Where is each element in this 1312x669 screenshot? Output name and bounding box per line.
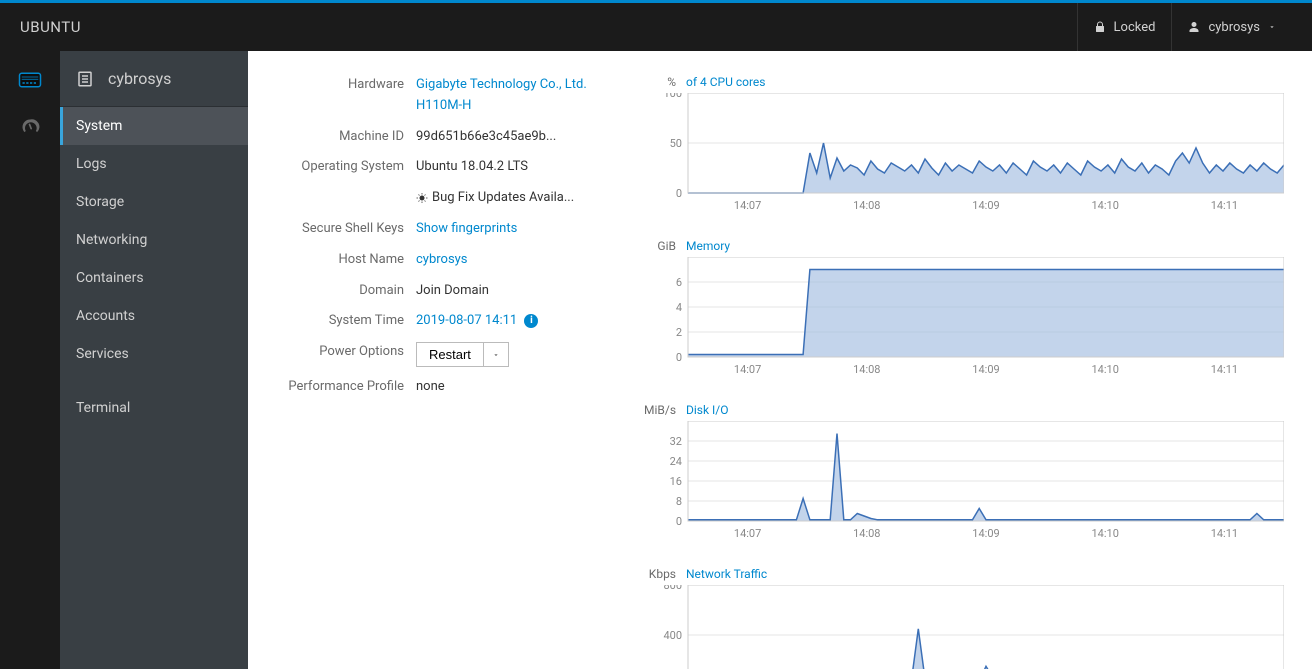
machine-id-value: 99d651b66e3c45ae9b...	[416, 127, 604, 148]
svg-text:14:11: 14:11	[1211, 199, 1238, 212]
svg-text:14:10: 14:10	[1091, 199, 1118, 212]
machine-id-label: Machine ID	[284, 127, 416, 148]
svg-text:4: 4	[676, 301, 682, 314]
svg-text:800: 800	[663, 585, 682, 592]
sidebar-item-services[interactable]: Services	[60, 335, 248, 373]
svg-text:32: 32	[670, 435, 682, 448]
chart-disk-i-o: MiB/s Disk I/O 0 8 16 24 32 14:07 14:08 14:09 14:1…	[644, 403, 1276, 543]
svg-text:14:08: 14:08	[853, 363, 880, 376]
sidebar-host-header[interactable]: cybrosys	[60, 51, 248, 107]
ssh-label: Secure Shell Keys	[284, 219, 416, 240]
svg-text:14:08: 14:08	[853, 199, 880, 212]
chevron-down-icon	[492, 351, 500, 359]
sidebar-item-networking[interactable]: Networking	[60, 221, 248, 259]
charts-panel: % of 4 CPU cores 0 50 100 14:07 14:08 14:09 14:1…	[644, 75, 1276, 645]
topbar: UBUNTU Locked cybrosys	[0, 3, 1312, 51]
updates-value[interactable]: Bug Fix Updates Availa...	[416, 188, 604, 209]
svg-text:100: 100	[663, 93, 682, 100]
chart-svg: 040080014:0714:0814:0914:1014:11	[644, 585, 1284, 669]
svg-text:14:07: 14:07	[734, 199, 761, 212]
user-menu[interactable]: cybrosys	[1171, 3, 1292, 51]
chart-svg: 0 50 100 14:07 14:08 14:09 14:10 14:11	[644, 93, 1284, 215]
power-dropdown[interactable]	[484, 342, 509, 367]
chart-svg: 0 8 16 24 32 14:07 14:08 14:09 14:10 14:11	[644, 421, 1284, 543]
hostname-value[interactable]: cybrosys	[416, 250, 604, 271]
info-icon: i	[524, 314, 538, 328]
perf-label: Performance Profile	[284, 377, 416, 398]
dashboard-icon[interactable]	[20, 117, 40, 141]
sidebar-item-containers[interactable]: Containers	[60, 259, 248, 297]
sidebar-item-logs[interactable]: Logs	[60, 145, 248, 183]
svg-text:400: 400	[663, 629, 682, 642]
ssh-fingerprints-link[interactable]: Show fingerprints	[416, 219, 604, 240]
chart-unit: %	[644, 75, 676, 89]
svg-text:14:07: 14:07	[734, 363, 761, 376]
perf-value: none	[416, 377, 604, 398]
main-content: Hardware Gigabyte Technology Co., Ltd. H…	[248, 51, 1312, 669]
svg-text:14:10: 14:10	[1091, 527, 1118, 540]
locked-label: Locked	[1114, 20, 1156, 35]
chart-network-traffic: KbpsNetwork Traffic040080014:0714:0814:0…	[644, 567, 1276, 669]
svg-text:6: 6	[676, 276, 682, 289]
chart-unit: GiB	[644, 239, 676, 253]
sidebar-host-label: cybrosys	[108, 69, 171, 88]
restart-button[interactable]: Restart	[416, 342, 484, 367]
systime-value[interactable]: 2019-08-07 14:11 i	[416, 311, 604, 332]
chart-svg: 0 2 4 6 14:07 14:08 14:09 14:10 14:11	[644, 257, 1284, 379]
os-label: Operating System	[284, 157, 416, 178]
lock-icon	[1094, 21, 1106, 33]
chart-unit: Kbps	[644, 567, 676, 581]
chart-of-4-cpu-cores: % of 4 CPU cores 0 50 100 14:07 14:08 14:09 14:1…	[644, 75, 1276, 215]
svg-text:14:08: 14:08	[853, 527, 880, 540]
sidebar-item-system[interactable]: System	[60, 107, 248, 145]
svg-text:14:09: 14:09	[972, 527, 999, 540]
brand-label: UBUNTU	[20, 18, 81, 36]
svg-text:14:11: 14:11	[1211, 527, 1238, 540]
os-value: Ubuntu 18.04.2 LTS	[416, 157, 604, 178]
hostname-label: Host Name	[284, 250, 416, 271]
bug-icon	[416, 192, 428, 204]
chart-title-link[interactable]: of 4 CPU cores	[686, 75, 766, 89]
chart-title-link[interactable]: Memory	[686, 239, 730, 253]
domain-value[interactable]: Join Domain	[416, 281, 604, 302]
chart-unit: MiB/s	[644, 403, 676, 417]
chart-title-link[interactable]: Disk I/O	[686, 403, 729, 417]
svg-text:14:09: 14:09	[972, 199, 999, 212]
domain-label: Domain	[284, 281, 416, 302]
svg-text:8: 8	[676, 495, 682, 508]
system-details: Hardware Gigabyte Technology Co., Ltd. H…	[284, 75, 604, 645]
svg-text:0: 0	[676, 515, 682, 528]
power-label: Power Options	[284, 342, 416, 367]
chart-title-link[interactable]: Network Traffic	[686, 567, 767, 581]
nav-rail	[0, 51, 60, 669]
svg-text:14:07: 14:07	[734, 527, 761, 540]
hardware-label: Hardware	[284, 75, 416, 117]
svg-text:0: 0	[676, 351, 682, 364]
sidebar-item-storage[interactable]: Storage	[60, 183, 248, 221]
host-icon	[76, 70, 94, 88]
svg-text:16: 16	[670, 475, 682, 488]
privileges-locked[interactable]: Locked	[1077, 3, 1172, 51]
user-icon	[1188, 21, 1200, 33]
svg-text:2: 2	[676, 326, 682, 339]
user-label: cybrosys	[1208, 20, 1260, 35]
sidebar-item-accounts[interactable]: Accounts	[60, 297, 248, 335]
svg-text:50: 50	[670, 137, 682, 150]
chevron-down-icon	[1268, 23, 1276, 31]
svg-text:0: 0	[676, 187, 682, 200]
sidebar-item-terminal[interactable]: Terminal	[60, 389, 248, 427]
server-icon[interactable]	[18, 71, 42, 93]
systime-label: System Time	[284, 311, 416, 332]
svg-text:24: 24	[670, 455, 682, 468]
svg-text:14:09: 14:09	[972, 363, 999, 376]
svg-text:14:11: 14:11	[1211, 363, 1238, 376]
hardware-value[interactable]: Gigabyte Technology Co., Ltd. H110M-H	[416, 75, 604, 117]
chart-memory: GiB Memory 0 2 4 6 14:07 14:08 14:09 14:10 14:11	[644, 239, 1276, 379]
svg-text:14:10: 14:10	[1091, 363, 1118, 376]
sidebar: cybrosys System Logs Storage Networking …	[60, 51, 248, 669]
